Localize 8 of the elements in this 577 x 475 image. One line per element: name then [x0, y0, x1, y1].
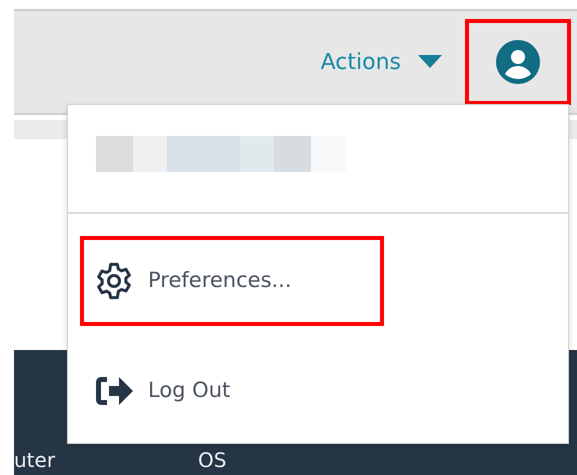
user-avatar-icon [495, 39, 541, 85]
caret-icon [417, 54, 443, 70]
column-header: uter [14, 450, 56, 470]
column-header: OS [198, 450, 228, 470]
menu-item[interactable]: Log Out [80, 346, 568, 436]
gear-icon [94, 261, 134, 301]
menu-item[interactable]: Preferences... [80, 236, 384, 326]
logout-icon [94, 374, 134, 408]
